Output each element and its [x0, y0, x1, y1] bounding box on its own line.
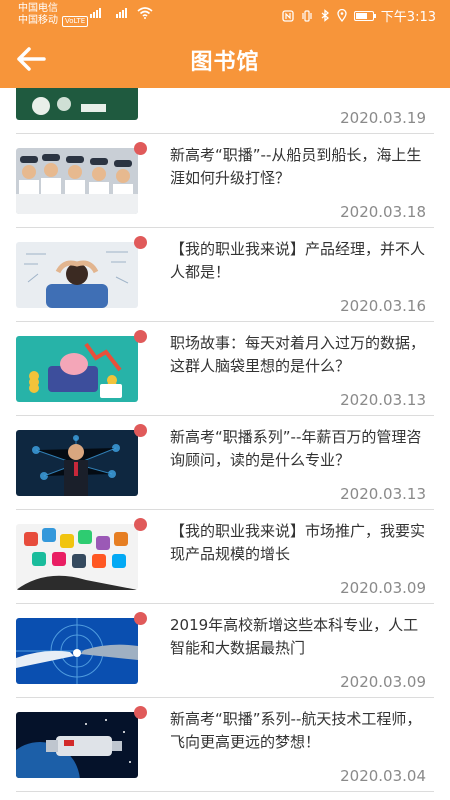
bluetooth-icon [321, 9, 329, 22]
article-date: 2020.03.18 [340, 203, 426, 221]
article-title: 新高考“职播”系列--航天技术工程师，飞向更高更远的梦想！ [170, 710, 422, 751]
unread-dot [134, 706, 147, 719]
article-item[interactable]: 2020.03.19 [16, 88, 434, 134]
article-thumbnail [16, 712, 138, 778]
carrier-info: 中国电信 中国移动 VoLTE [18, 3, 89, 27]
article-date: 2020.03.04 [340, 767, 426, 785]
page-title: 图书馆 [190, 50, 260, 75]
article-thumbnail [16, 242, 138, 308]
article-date: 2020.03.13 [340, 485, 426, 503]
article-date: 2020.03.09 [340, 673, 426, 691]
article-thumbnail [16, 430, 138, 496]
article-title: 新高考“职播系列”--年薪百万的管理咨询顾问，读的是什么专业？ [170, 428, 422, 469]
app-bar: 图书馆 [0, 30, 450, 88]
article-list[interactable]: 2020.03.19 新高考“职播”--从船员到船长，海上生涯如何升级打怪？ 2… [0, 88, 450, 800]
location-icon [337, 9, 347, 22]
carrier-2-label: 中国移动 [18, 15, 58, 26]
article-item[interactable]: 新高考“职播”系列--航天技术工程师，飞向更高更远的梦想！ 2020.03.04 [16, 698, 434, 792]
nfc-icon [282, 9, 294, 22]
article-item[interactable]: 新高考“职播”--从船员到船长，海上生涯如何升级打怪？ 2020.03.18 [16, 134, 434, 228]
article-thumbnail [16, 618, 138, 684]
unread-dot [134, 330, 147, 343]
article-date: 2020.03.09 [340, 579, 426, 597]
article-title: 新高考“职播”--从船员到船长，海上生涯如何升级打怪？ [170, 146, 422, 187]
article-title: 职场故事：每天对着月入过万的数据，这群人脑袋里想的是什么？ [170, 334, 426, 375]
article-item[interactable]: 职场故事：每天对着月入过万的数据，这群人脑袋里想的是什么？ 2020.03.13 [16, 322, 434, 416]
article-item[interactable]: 【我的职业我来说】产品经理，并不人人都是！ 2020.03.16 [16, 228, 434, 322]
signal-icon-2 [116, 8, 127, 18]
article-item[interactable]: 【我的职业我来说】市场推广，我要实现产品规模的增长 2020.03.09 [16, 510, 434, 604]
article-title: 2019年高校新增这些本科专业，人工智能和大数据最热门 [170, 616, 419, 657]
signal-icon-1 [90, 8, 101, 18]
article-date: 2020.03.13 [340, 391, 426, 409]
unread-dot [134, 518, 147, 531]
status-right-group: 下午3:13 [282, 6, 436, 25]
battery-icon [353, 10, 376, 21]
article-title: 【我的职业我来说】产品经理，并不人人都是！ [170, 240, 426, 281]
status-bar: 中国电信 中国移动 VoLTE 下午3:13 [0, 0, 450, 30]
article-title: 【我的职业我来说】市场推广，我要实现产品规模的增长 [170, 522, 426, 563]
unread-dot [134, 142, 147, 155]
clock-time: 下午3:13 [380, 10, 436, 25]
article-item[interactable]: 2019年高校新增这些本科专业，人工智能和大数据最热门 2020.03.09 [16, 604, 434, 698]
unread-dot [134, 236, 147, 249]
article-thumbnail [16, 524, 138, 590]
unread-dot [134, 612, 147, 625]
volte-badge: VoLTE [62, 15, 89, 27]
carrier-1-label: 中国电信 [18, 3, 58, 14]
article-thumbnail [16, 148, 138, 214]
unread-dot [134, 424, 147, 437]
article-item[interactable]: 新高考“职播系列”--年薪百万的管理咨询顾问，读的是什么专业？ 2020.03.… [16, 416, 434, 510]
article-thumbnail [16, 336, 138, 402]
wifi-icon [137, 7, 153, 19]
article-thumbnail [16, 88, 138, 120]
article-date: 2020.03.16 [340, 297, 426, 315]
article-date: 2020.03.19 [340, 109, 426, 127]
vibrate-icon [302, 9, 312, 22]
